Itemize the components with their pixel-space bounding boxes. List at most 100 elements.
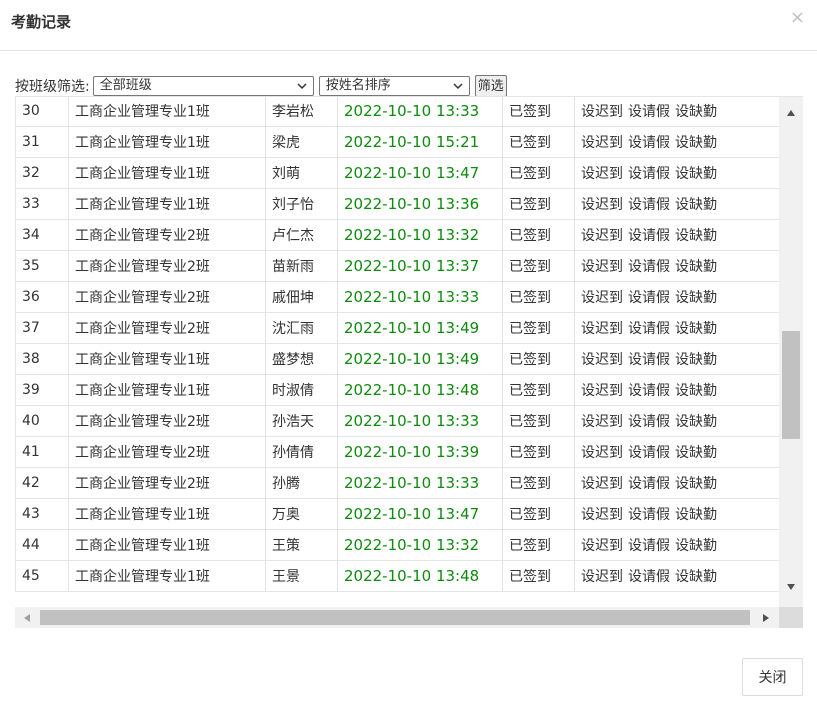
- set-late-link[interactable]: 设迟到: [581, 259, 623, 275]
- sort-select[interactable]: 按姓名排序: [318, 76, 470, 96]
- filter-button[interactable]: 筛选: [474, 75, 507, 97]
- row-status: 已签到: [502, 126, 575, 158]
- set-leave-link[interactable]: 设请假: [628, 445, 670, 461]
- row-checkin-time: 2022-10-10 13:32: [337, 219, 503, 251]
- row-status: 已签到: [502, 157, 575, 189]
- set-absent-link[interactable]: 设缺勤: [675, 538, 717, 554]
- set-late-link[interactable]: 设迟到: [581, 445, 623, 461]
- set-late-link[interactable]: 设迟到: [581, 197, 623, 213]
- set-leave-link[interactable]: 设请假: [628, 321, 670, 337]
- row-status: 已签到: [502, 374, 575, 406]
- row-status: 已签到: [502, 560, 575, 592]
- set-late-link[interactable]: 设迟到: [581, 228, 623, 244]
- set-absent-link[interactable]: 设缺勤: [675, 104, 717, 120]
- table-row: 34 工商企业管理专业2班 卢仁杰 2022-10-10 13:32 已签到 设迟到 设请假…: [15, 219, 779, 251]
- row-class: 工商企业管理专业2班: [68, 219, 266, 251]
- set-leave-link[interactable]: 设请假: [628, 135, 670, 151]
- set-late-link[interactable]: 设迟到: [581, 383, 623, 399]
- set-late-link[interactable]: 设迟到: [581, 476, 623, 492]
- close-button[interactable]: 关闭: [742, 658, 803, 696]
- row-class: 工商企业管理专业1班: [68, 157, 266, 189]
- horizontal-scroll-thumb[interactable]: [40, 610, 750, 625]
- row-status: 已签到: [502, 498, 575, 530]
- vertical-scroll-thumb[interactable]: [782, 331, 800, 439]
- class-select[interactable]: 全部班级: [92, 76, 314, 96]
- row-status: 已签到: [502, 219, 575, 251]
- row-checkin-time: 2022-10-10 13:39: [337, 436, 503, 468]
- set-absent-link[interactable]: 设缺勤: [675, 228, 717, 244]
- table-row: 38 工商企业管理专业1班 盛梦想 2022-10-10 13:49 已签到 设迟到 设请假…: [15, 343, 779, 375]
- set-absent-link[interactable]: 设缺勤: [675, 507, 717, 523]
- set-leave-link[interactable]: 设请假: [628, 166, 670, 182]
- set-leave-link[interactable]: 设请假: [628, 569, 670, 585]
- horizontal-scrollbar[interactable]: [15, 607, 779, 628]
- row-checkin-time: 2022-10-10 13:37: [337, 250, 503, 282]
- set-absent-link[interactable]: 设缺勤: [675, 383, 717, 399]
- set-leave-link[interactable]: 设请假: [628, 228, 670, 244]
- row-actions: 设迟到 设请假 设缺勤: [574, 374, 779, 406]
- row-status: 已签到: [502, 312, 575, 344]
- vertical-scrollbar[interactable]: [779, 97, 803, 607]
- set-leave-link[interactable]: 设请假: [628, 197, 670, 213]
- set-absent-link[interactable]: 设缺勤: [675, 197, 717, 213]
- set-leave-link[interactable]: 设请假: [628, 414, 670, 430]
- set-leave-link[interactable]: 设请假: [628, 507, 670, 523]
- row-checkin-time: 2022-10-10 15:21: [337, 126, 503, 158]
- set-late-link[interactable]: 设迟到: [581, 538, 623, 554]
- row-number: 36: [15, 281, 69, 313]
- row-number: 35: [15, 250, 69, 282]
- set-absent-link[interactable]: 设缺勤: [675, 321, 717, 337]
- set-late-link[interactable]: 设迟到: [581, 507, 623, 523]
- set-absent-link[interactable]: 设缺勤: [675, 135, 717, 151]
- filter-bar: 按班级筛选: 全部班级 按姓名排序 筛选: [15, 75, 507, 97]
- set-late-link[interactable]: 设迟到: [581, 569, 623, 585]
- set-late-link[interactable]: 设迟到: [581, 321, 623, 337]
- set-late-link[interactable]: 设迟到: [581, 290, 623, 306]
- set-leave-link[interactable]: 设请假: [628, 259, 670, 275]
- row-class: 工商企业管理专业1班: [68, 126, 266, 158]
- row-student-name: 孙腾: [265, 467, 338, 499]
- set-late-link[interactable]: 设迟到: [581, 104, 623, 120]
- scroll-right-arrow-icon[interactable]: [762, 613, 770, 623]
- row-student-name: 沈汇雨: [265, 312, 338, 344]
- scroll-left-arrow-icon[interactable]: [23, 613, 31, 623]
- set-leave-link[interactable]: 设请假: [628, 383, 670, 399]
- row-checkin-time: 2022-10-10 13:33: [337, 405, 503, 437]
- row-actions: 设迟到 设请假 设缺勤: [574, 343, 779, 375]
- set-leave-link[interactable]: 设请假: [628, 476, 670, 492]
- set-leave-link[interactable]: 设请假: [628, 104, 670, 120]
- set-absent-link[interactable]: 设缺勤: [675, 259, 717, 275]
- row-class: 工商企业管理专业1班: [68, 188, 266, 220]
- set-leave-link[interactable]: 设请假: [628, 538, 670, 554]
- set-absent-link[interactable]: 设缺勤: [675, 414, 717, 430]
- row-number: 42: [15, 467, 69, 499]
- row-checkin-time: 2022-10-10 13:49: [337, 312, 503, 344]
- set-absent-link[interactable]: 设缺勤: [675, 476, 717, 492]
- row-number: 33: [15, 188, 69, 220]
- row-number: 40: [15, 405, 69, 437]
- row-checkin-time: 2022-10-10 13:49: [337, 343, 503, 375]
- attendance-grid: 30 工商企业管理专业1班 李岩松 2022-10-10 13:33 已签到 设迟到 设请假…: [15, 97, 779, 592]
- row-class: 工商企业管理专业1班: [68, 374, 266, 406]
- row-class: 工商企业管理专业1班: [68, 97, 266, 127]
- set-late-link[interactable]: 设迟到: [581, 166, 623, 182]
- row-status: 已签到: [502, 281, 575, 313]
- close-icon[interactable]: ×: [790, 9, 805, 27]
- row-status: 已签到: [502, 250, 575, 282]
- row-checkin-time: 2022-10-10 13:48: [337, 560, 503, 592]
- dialog-title: 考勤记录: [11, 13, 72, 31]
- set-absent-link[interactable]: 设缺勤: [675, 352, 717, 368]
- set-late-link[interactable]: 设迟到: [581, 352, 623, 368]
- set-leave-link[interactable]: 设请假: [628, 290, 670, 306]
- scroll-down-arrow-icon[interactable]: [786, 583, 796, 591]
- set-absent-link[interactable]: 设缺勤: [675, 569, 717, 585]
- scroll-up-arrow-icon[interactable]: [786, 109, 796, 117]
- set-leave-link[interactable]: 设请假: [628, 352, 670, 368]
- row-class: 工商企业管理专业2班: [68, 281, 266, 313]
- table-row: 44 工商企业管理专业1班 王策 2022-10-10 13:32 已签到 设迟到 设请假设…: [15, 529, 779, 561]
- set-absent-link[interactable]: 设缺勤: [675, 290, 717, 306]
- set-late-link[interactable]: 设迟到: [581, 414, 623, 430]
- set-absent-link[interactable]: 设缺勤: [675, 166, 717, 182]
- set-absent-link[interactable]: 设缺勤: [675, 445, 717, 461]
- set-late-link[interactable]: 设迟到: [581, 135, 623, 151]
